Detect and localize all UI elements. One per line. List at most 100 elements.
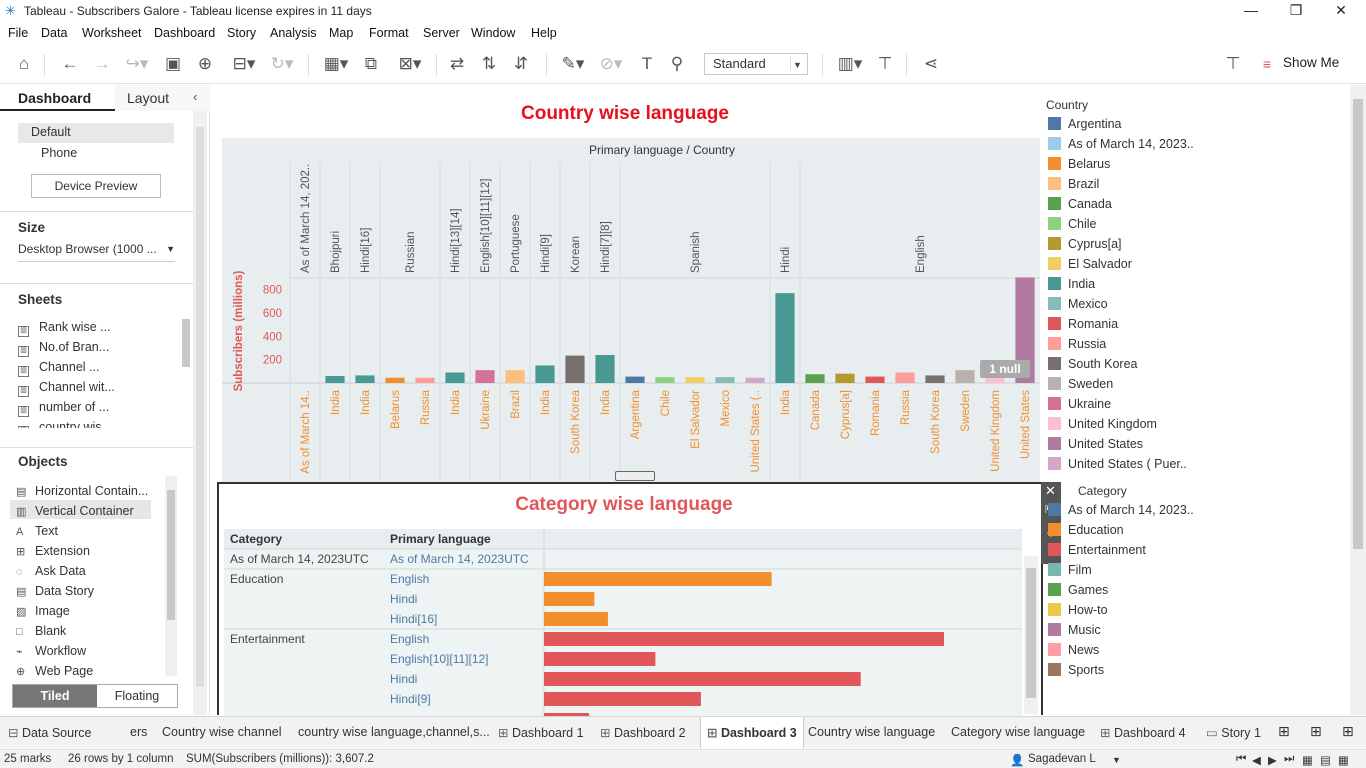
dashboard-tab[interactable]: ⊞ Dashboard 2 bbox=[600, 725, 686, 740]
chart2-scrollbar[interactable] bbox=[1024, 556, 1038, 714]
dashboard-scrollbar[interactable] bbox=[1350, 85, 1366, 715]
object-text[interactable]: A Text bbox=[16, 524, 58, 538]
bar[interactable] bbox=[505, 370, 525, 383]
bar[interactable] bbox=[625, 376, 645, 383]
menu-worksheet[interactable]: Worksheet bbox=[82, 26, 142, 40]
sheet-tab[interactable]: country wise language,channel,s... bbox=[298, 725, 490, 739]
menu-analysis[interactable]: Analysis bbox=[270, 26, 317, 40]
last-sheet-icon[interactable]: ⏭ bbox=[1284, 753, 1294, 766]
category-bar[interactable] bbox=[544, 672, 861, 686]
sheet-tab[interactable]: Category wise language bbox=[951, 725, 1085, 739]
menu-format[interactable]: Format bbox=[369, 26, 409, 40]
left-panel-scrollbar[interactable] bbox=[193, 111, 207, 715]
new-worksheet-icon[interactable]: ⊞ bbox=[1278, 723, 1290, 740]
object-image[interactable]: ▨ Image bbox=[16, 604, 70, 618]
category-bar[interactable] bbox=[544, 572, 772, 586]
new-worksheet-icon[interactable]: ▦▾ bbox=[318, 54, 354, 74]
country-legend-item[interactable]: United Kingdom bbox=[1048, 417, 1157, 431]
save-icon[interactable]: ▣ bbox=[162, 54, 184, 74]
next-sheet-icon[interactable]: ▶ bbox=[1268, 753, 1277, 767]
sheet-item[interactable]: ▥ number of ... bbox=[18, 400, 109, 417]
bar[interactable] bbox=[325, 376, 345, 383]
category-legend-item[interactable]: Entertainment bbox=[1048, 543, 1146, 557]
bar[interactable] bbox=[415, 377, 435, 383]
bar[interactable] bbox=[895, 372, 915, 384]
country-legend-item[interactable]: Mexico bbox=[1048, 297, 1108, 311]
category-legend-item[interactable]: How-to bbox=[1048, 603, 1108, 617]
category-bar[interactable] bbox=[544, 632, 944, 646]
bar[interactable] bbox=[805, 374, 825, 383]
object-horizontal-container[interactable]: ▤ Horizontal Contain... bbox=[16, 484, 148, 498]
clear-icon[interactable]: ⊠▾ bbox=[392, 54, 428, 74]
menu-file[interactable]: File bbox=[8, 26, 28, 40]
country-legend-item[interactable]: Cyprus[a] bbox=[1048, 237, 1122, 251]
new-story-icon[interactable]: ⊞ bbox=[1342, 723, 1354, 740]
bar[interactable] bbox=[835, 373, 855, 383]
bar[interactable] bbox=[955, 370, 975, 383]
new-dashboard-icon[interactable]: ⊞ bbox=[1310, 723, 1322, 740]
bar[interactable] bbox=[655, 377, 675, 383]
duplicate-icon[interactable]: ⧉ bbox=[360, 54, 382, 74]
sort-ascending-icon[interactable]: ⇅ bbox=[478, 54, 500, 74]
menu-server[interactable]: Server bbox=[423, 26, 460, 40]
device-phone[interactable]: Phone bbox=[41, 146, 77, 160]
sheet-item[interactable]: ▥country wis... bbox=[18, 420, 112, 428]
dashboard-tab[interactable]: ⊞ Dashboard 1 bbox=[498, 725, 584, 740]
sheet-item[interactable]: ▥ No.of Bran... bbox=[18, 340, 109, 357]
pause-updates-icon[interactable]: ⊟▾ bbox=[226, 54, 262, 74]
first-sheet-icon[interactable]: ⏮ bbox=[1236, 753, 1246, 766]
sheet-tab[interactable]: Country wise channel bbox=[162, 725, 282, 739]
pin-icon[interactable]: ⚲ bbox=[666, 54, 688, 74]
show-sheet-sorter-icon[interactable]: ▦ bbox=[1338, 753, 1349, 767]
tiled-button[interactable]: Tiled bbox=[13, 685, 97, 707]
country-language-chart[interactable]: Primary language / Country As of March 14… bbox=[222, 138, 1052, 488]
category-language-chart[interactable]: Category Primary language As of March 14, … bbox=[224, 529, 1024, 719]
menu-window[interactable]: Window bbox=[471, 26, 515, 40]
country-legend-item[interactable]: El Salvador bbox=[1048, 257, 1132, 271]
bar[interactable] bbox=[745, 377, 765, 383]
format-painter-icon[interactable]: ⊤ bbox=[1222, 54, 1244, 74]
share-icon[interactable]: ⋖ bbox=[920, 54, 942, 74]
size-select[interactable]: Desktop Browser (1000 ... ▼ bbox=[18, 242, 175, 262]
sort-descending-icon[interactable]: ⇵ bbox=[510, 54, 532, 74]
presentation-icon[interactable]: ⊤ bbox=[874, 54, 896, 74]
data-source-tab[interactable]: ⊟ Data Source bbox=[8, 725, 91, 740]
object-workflow[interactable]: ⌁ Workflow bbox=[16, 644, 86, 658]
bar[interactable] bbox=[385, 377, 405, 383]
category-bar[interactable] bbox=[544, 692, 701, 706]
menu-story[interactable]: Story bbox=[227, 26, 256, 40]
country-legend-item[interactable]: Argentina bbox=[1048, 117, 1122, 131]
object-extension[interactable]: ⊞ Extension bbox=[16, 544, 90, 558]
sheet-item[interactable]: ▥ Rank wise ... bbox=[18, 320, 111, 337]
bar[interactable] bbox=[685, 377, 705, 383]
restore-icon[interactable]: ❐ bbox=[1281, 2, 1311, 20]
country-legend-item[interactable]: Belarus bbox=[1048, 157, 1110, 171]
story-tab[interactable]: ▭ Story 1 bbox=[1206, 725, 1261, 740]
minimize-icon[interactable]: — bbox=[1236, 2, 1266, 20]
refresh-icon[interactable]: ↻▾ bbox=[264, 54, 300, 74]
menu-help[interactable]: Help bbox=[531, 26, 557, 40]
country-legend-item[interactable]: United States ( Puer.. bbox=[1048, 457, 1187, 471]
bar[interactable] bbox=[925, 375, 945, 383]
undo-icon[interactable]: ← bbox=[58, 54, 82, 74]
user-name[interactable]: Sagadevan L bbox=[1028, 753, 1096, 765]
country-legend-item[interactable]: As of March 14, 2023.. bbox=[1048, 137, 1194, 151]
objects-scrollbar[interactable] bbox=[165, 476, 177, 676]
bar[interactable] bbox=[715, 377, 735, 383]
group-icon[interactable]: ⊘▾ bbox=[594, 54, 628, 74]
drag-handle[interactable] bbox=[615, 471, 655, 481]
country-legend-item[interactable]: Russia bbox=[1048, 337, 1106, 351]
bar[interactable] bbox=[595, 355, 615, 383]
sheets-scrollbar[interactable] bbox=[182, 319, 190, 367]
category-bar[interactable] bbox=[544, 592, 595, 606]
category-legend-item[interactable]: News bbox=[1048, 643, 1099, 657]
category-legend-item[interactable]: As of March 14, 2023.. bbox=[1048, 503, 1194, 517]
bar[interactable] bbox=[565, 355, 585, 383]
labels-icon[interactable]: T bbox=[636, 54, 658, 74]
bar[interactable] bbox=[775, 293, 795, 383]
new-data-source-icon[interactable]: ⊕ bbox=[194, 54, 216, 74]
show-tabs-icon[interactable]: ▤ bbox=[1320, 753, 1331, 767]
object-web-page[interactable]: ⊕ Web Page bbox=[16, 664, 93, 678]
bar[interactable] bbox=[865, 376, 885, 383]
category-chart-container[interactable]: Category wise language Category Primary l… bbox=[217, 482, 1043, 719]
